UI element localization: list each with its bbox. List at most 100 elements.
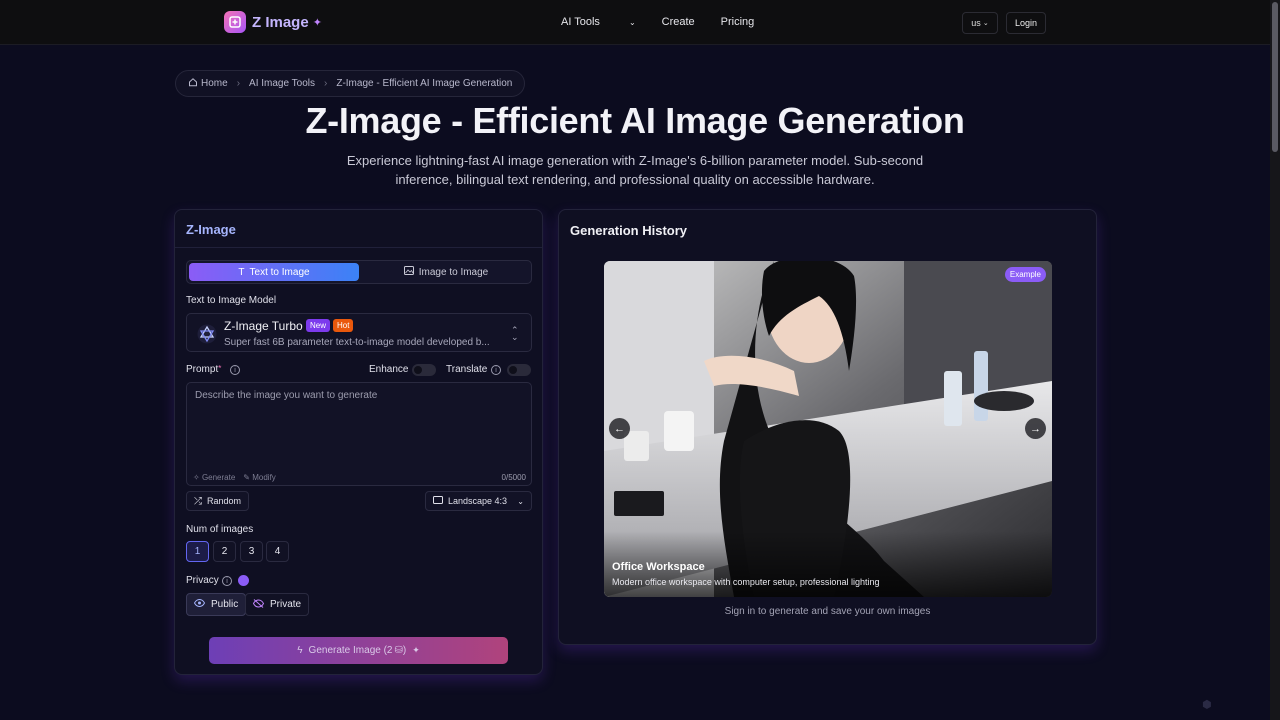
chevron-down-icon: ⌄ (517, 496, 524, 506)
page-subtitle: Experience lightning-fast AI image gener… (346, 153, 924, 187)
info-icon[interactable]: i (222, 576, 232, 586)
history-title: Generation History (570, 223, 688, 238)
chevron-down-icon: ⌄ (628, 17, 636, 27)
breadcrumb-ai-image-tools[interactable]: AI Image Tools (249, 78, 315, 89)
aspect-ratio-label: Landscape 4:3 (448, 496, 508, 506)
sparkle-icon: ✦ (412, 645, 420, 655)
generate-image-label: Generate Image (2 (308, 645, 393, 656)
nav-pricing[interactable]: Pricing (721, 16, 755, 28)
login-button[interactable]: Login (1006, 12, 1046, 34)
random-label: Random (207, 496, 242, 506)
rectangle-icon (433, 496, 443, 506)
required-mark: * (218, 364, 222, 373)
privacy-private-button[interactable]: Private (245, 593, 310, 616)
prompt-label-text: Prompt (186, 364, 219, 375)
prompt-textarea[interactable]: Describe the image you want to generate … (186, 382, 532, 486)
translate-label: Translate (446, 364, 488, 375)
next-arrow-icon[interactable]: → (1025, 418, 1046, 439)
prompt-generate-label: Generate (201, 473, 236, 482)
eye-icon (193, 598, 206, 610)
chevron-right-icon: › (324, 78, 328, 89)
image-title: Office Workspace (612, 561, 705, 573)
info-icon[interactable]: i (491, 365, 501, 375)
eye-off-icon (252, 598, 265, 611)
public-label: Public (211, 599, 239, 610)
edit-icon: ✎ (243, 473, 250, 482)
info-icon[interactable]: i (230, 365, 240, 375)
prompt-label: Prompt* (186, 364, 221, 375)
generator-panel: Z-Image T Text to Image Image to Image T… (174, 209, 543, 675)
logo-text: Z Image (252, 13, 309, 31)
crown-icon (238, 575, 249, 586)
coin-icon: ⛁) (394, 645, 407, 656)
lightning-icon: ϟ (297, 645, 303, 656)
page-title: Z-Image - Efficient AI Image Generation (305, 100, 965, 141)
random-button[interactable]: ⤮ Random (186, 491, 250, 511)
prompt-modify-button[interactable]: ✎ Modify (243, 473, 276, 482)
enhance-label: Enhance (369, 364, 409, 375)
private-label: Private (270, 599, 302, 610)
sparkle-icon: ✦ (312, 16, 322, 29)
privacy-label: Privacy (186, 575, 219, 586)
num-images-2[interactable]: 2 (213, 541, 236, 562)
nav-ai-tools-label: AI Tools (561, 16, 600, 28)
logo[interactable]: Z Image ✦ (224, 11, 322, 33)
chevron-down-icon: ⌄ (982, 20, 989, 27)
model-description: Super fast 6B parameter text-to-image mo… (224, 337, 490, 348)
translate-toggle[interactable] (507, 364, 531, 376)
watermark-icon: ⬢ (1202, 699, 1212, 711)
tab-text-to-image[interactable]: T Text to Image (189, 263, 359, 281)
nav-create[interactable]: Create (662, 16, 695, 28)
image-description: Modern office workspace with computer se… (612, 577, 880, 587)
model-label: Text to Image Model (186, 295, 277, 306)
num-images-3[interactable]: 3 (240, 541, 263, 562)
num-images-label: Num of images (186, 524, 254, 535)
model-select[interactable]: Z-Image Turbo New Hot Super fast 6B para… (186, 313, 532, 352)
new-badge: New (306, 319, 331, 332)
scrollbar-thumb[interactable] (1272, 2, 1278, 152)
main-nav: AI Tools ⌄ Create Pricing (561, 16, 780, 28)
tab-image-to-image-label: Image to Image (418, 266, 489, 278)
sign-in-note: Sign in to generate and save your own im… (724, 606, 931, 617)
top-navbar: Z Image ✦ AI Tools ⌄ Create Pricing us ⌄ … (0, 0, 1270, 45)
chevron-up-down-icon: ⌃ ⌄ (511, 325, 519, 342)
image-icon (403, 266, 414, 278)
character-count: 0/5000 (501, 473, 526, 482)
shuffle-icon: ⤮ (194, 495, 202, 507)
page-scrollbar[interactable] (1270, 0, 1280, 720)
example-photo (604, 261, 1052, 597)
logo-icon (224, 11, 246, 33)
sparkle-icon: ✧ (193, 473, 200, 482)
num-images-1[interactable]: 1 (186, 541, 209, 562)
tab-text-to-image-label: Text to Image (249, 266, 310, 278)
mode-tabs: T Text to Image Image to Image (186, 260, 532, 284)
aspect-ratio-select[interactable]: Landscape 4:3 ⌄ (425, 491, 532, 511)
previous-arrow-icon[interactable]: ← (609, 418, 630, 439)
model-name: Z-Image Turbo (224, 319, 303, 333)
enhance-toggle[interactable] (412, 364, 436, 376)
privacy-public-button[interactable]: Public (186, 593, 247, 616)
example-image[interactable]: Example ← → Office Workspace Modern offi… (604, 261, 1052, 597)
generation-history-panel: Generation History Example ← → Office Wo… (558, 209, 1097, 645)
text-icon: T (238, 266, 245, 278)
divider (175, 247, 542, 248)
chevron-right-icon: › (236, 78, 241, 89)
breadcrumb-home[interactable]: Home (201, 78, 228, 89)
example-badge: Example (1004, 267, 1046, 282)
prompt-actions: ✧ Generate ✎ Modify (193, 473, 276, 482)
language-select[interactable]: us ⌄ (962, 12, 998, 34)
home-icon (188, 77, 198, 90)
generator-title: Z-Image (186, 222, 236, 237)
watermark: ⬢ (1202, 698, 1212, 711)
prompt-placeholder: Describe the image you want to generate (195, 390, 378, 401)
nav-ai-tools[interactable]: AI Tools ⌄ (561, 16, 636, 28)
tab-image-to-image[interactable]: Image to Image (361, 263, 531, 281)
model-logo-icon (197, 324, 217, 349)
prompt-modify-label: Modify (252, 473, 276, 482)
language-label: us (971, 18, 981, 28)
hot-badge: Hot (333, 319, 354, 332)
generate-image-button[interactable]: ϟ Generate Image (2 ⛁) ✦ (209, 637, 508, 664)
prompt-generate-button[interactable]: ✧ Generate (193, 473, 235, 482)
num-images-4[interactable]: 4 (266, 541, 289, 562)
breadcrumb: Home › AI Image Tools › Z-Image - Effici… (175, 70, 526, 97)
